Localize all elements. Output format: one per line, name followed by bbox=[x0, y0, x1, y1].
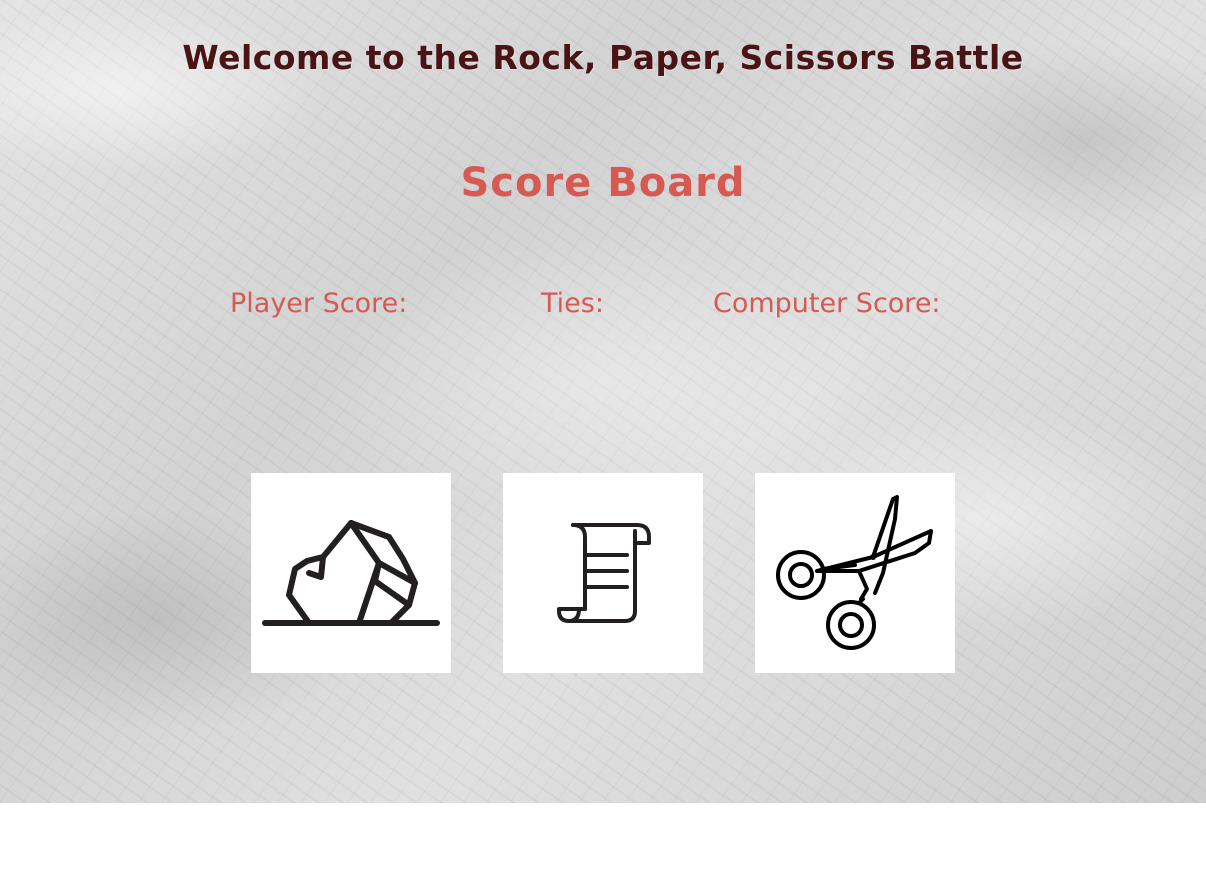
scoreboard-title: Score Board bbox=[460, 160, 746, 206]
rock-choice-button[interactable] bbox=[251, 473, 451, 673]
player-score-label: Player Score: bbox=[230, 288, 408, 319]
scissors-choice-button[interactable] bbox=[755, 473, 955, 673]
computer-score-label: Computer Score: bbox=[713, 288, 941, 319]
paper-choice-button[interactable] bbox=[503, 473, 703, 673]
game-container: Welcome to the Rock, Paper, Scissors Bat… bbox=[0, 0, 1206, 803]
scoreboard: Player Score: Ties: Computer Score: bbox=[0, 288, 1206, 328]
ties-label: Ties: bbox=[541, 288, 604, 319]
page-title: Welcome to the Rock, Paper, Scissors Bat… bbox=[182, 38, 1024, 77]
scissors-icon bbox=[776, 495, 933, 650]
paper-scroll-icon bbox=[557, 523, 651, 623]
rock-icon bbox=[262, 520, 440, 626]
